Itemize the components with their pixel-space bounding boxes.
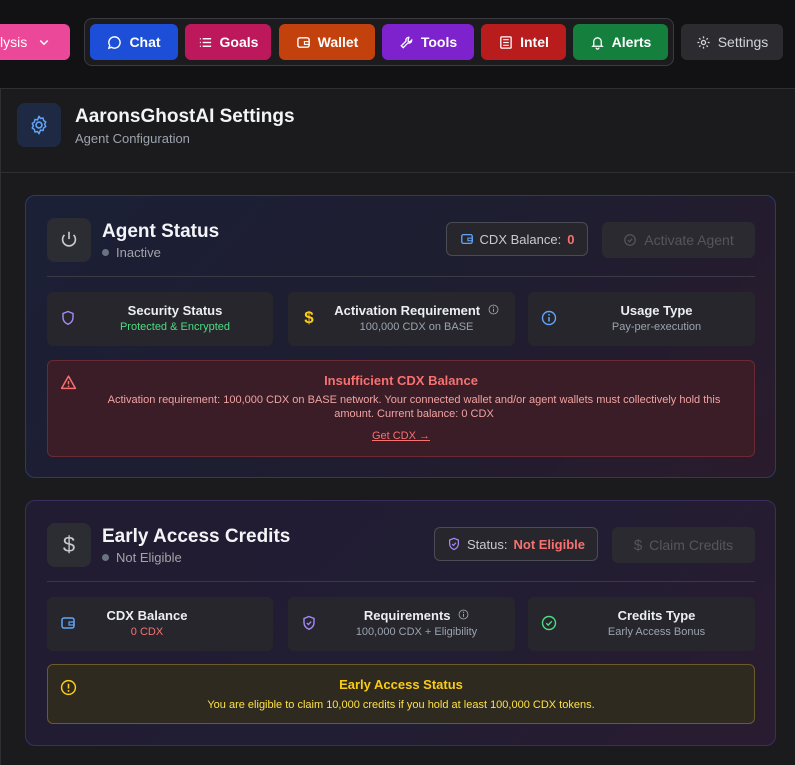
agent-status-text: Inactive [116, 245, 161, 260]
early-access-title: Early Access Credits [102, 526, 291, 547]
newspaper-icon [500, 35, 512, 49]
shield-icon [449, 537, 460, 551]
settings-gear-icon [17, 103, 61, 147]
tab-intel[interactable]: Intel [481, 24, 566, 60]
credits-type-detail: Early Access Bonus [607, 626, 706, 638]
wrench-icon [400, 36, 413, 49]
page-title: AaronsGhostAI Settings [75, 106, 295, 127]
claim-credits-button[interactable]: $ Claim Credits [612, 527, 755, 563]
claim-credits-label: Claim Credits [649, 537, 734, 553]
tab-settings-label: Settings [717, 34, 769, 50]
requirements-label: Requirements [363, 608, 451, 623]
check-circle-icon [624, 234, 637, 246]
bell-icon [590, 36, 604, 50]
tab-alerts-label: Alerts [611, 34, 652, 50]
info-icon [540, 309, 558, 327]
check-circle-icon [540, 614, 558, 632]
insufficient-balance-body: Activation requirement: 100,000 CDX on B… [107, 394, 721, 420]
activation-requirement-title: Activation Requirement [318, 303, 515, 318]
get-cdx-link[interactable]: Get CDX → [48, 430, 754, 442]
cdx-balance-tile: CDX Balance 0 CDX [47, 597, 273, 651]
chevron-down-icon [39, 39, 49, 46]
agent-status-card: Agent Status Inactive CDX Balance: 0 Act… [25, 195, 776, 478]
dollar-icon: $ [304, 308, 314, 327]
tab-goals-label: Goals [219, 34, 259, 50]
power-icon [47, 218, 91, 262]
gear-icon [697, 35, 710, 49]
analysis-dropdown-button[interactable]: lysis [0, 24, 70, 60]
dollar-icon: $ [633, 536, 643, 554]
status-dot [102, 554, 109, 561]
early-access-card: $ Early Access Credits Not Eligible Stat… [25, 500, 776, 746]
tab-goals[interactable]: Goals [185, 24, 271, 60]
divider [47, 276, 755, 277]
security-status-detail: Protected & Encrypted [119, 321, 231, 333]
agent-status-title: Agent Status [102, 221, 220, 242]
early-access-status-text: Not Eligible [116, 550, 182, 565]
tab-chat-label: Chat [129, 34, 161, 50]
dollar-icon: $ [47, 523, 91, 567]
wallet-icon [296, 36, 310, 48]
eligibility-status-value: Not Eligible [513, 536, 585, 552]
cdx-balance-title: CDX Balance [106, 608, 188, 623]
eligibility-status-badge: Status: Not Eligible [434, 527, 598, 561]
top-navigation: lysis Chat Goals Wallet Tools Intel Aler… [0, 0, 795, 88]
security-status-title: Security Status [127, 303, 223, 318]
info-icon[interactable] [488, 304, 499, 315]
requirements-tile: Requirements 100,000 CDX + Eligibility [288, 597, 515, 651]
tab-settings[interactable]: Settings [681, 24, 783, 60]
activate-agent-button[interactable]: Activate Agent [602, 222, 755, 258]
settings-header: AaronsGhostAI Settings Agent Configurati… [1, 89, 795, 173]
usage-type-title: Usage Type [620, 303, 693, 318]
tab-intel-label: Intel [520, 34, 549, 50]
chat-icon [108, 35, 122, 49]
tab-chat[interactable]: Chat [90, 24, 178, 60]
requirements-title: Requirements [318, 608, 515, 623]
cdx-balance-detail: 0 CDX [130, 626, 164, 638]
cdx-balance-value: 0 [567, 231, 575, 247]
insufficient-balance-alert: Insufficient CDX Balance Activation requ… [47, 360, 755, 457]
usage-type-tile: Usage Type Pay-per-execution [528, 292, 755, 346]
activation-requirement-tile: $ Activation Requirement 100,000 CDX on … [288, 292, 515, 346]
divider [47, 581, 755, 582]
wallet-icon [460, 233, 473, 245]
info-icon[interactable] [458, 609, 469, 620]
early-access-status-title: Early Access Status [339, 677, 463, 692]
early-access-status-body: You are eligible to claim 10,000 credits… [207, 699, 595, 711]
shield-icon [59, 309, 77, 327]
tab-wallet[interactable]: Wallet [279, 24, 375, 60]
activation-requirement-detail: 100,000 CDX on BASE [359, 321, 474, 333]
analysis-label: lysis [0, 34, 28, 50]
shield-icon [300, 614, 318, 632]
cdx-balance-badge: CDX Balance: 0 [446, 222, 588, 256]
credits-type-tile: Credits Type Early Access Bonus [528, 597, 755, 651]
status-dot [102, 249, 109, 256]
page-subtitle: Agent Configuration [75, 131, 190, 146]
cdx-balance-label: CDX Balance: [479, 231, 562, 247]
list-icon [199, 37, 211, 47]
insufficient-balance-title: Insufficient CDX Balance [324, 373, 478, 388]
tab-tools[interactable]: Tools [382, 24, 474, 60]
tab-alerts[interactable]: Alerts [573, 24, 668, 60]
activate-agent-label: Activate Agent [644, 232, 734, 248]
agent-status-indicator: Inactive [102, 245, 161, 260]
early-access-status-alert: Early Access Status You are eligible to … [47, 664, 755, 724]
activation-requirement-label: Activation Requirement [334, 303, 481, 318]
early-access-indicator: Not Eligible [102, 550, 182, 565]
credits-type-title: Credits Type [617, 608, 696, 623]
settings-panel: AaronsGhostAI Settings Agent Configurati… [0, 88, 795, 765]
tab-wallet-label: Wallet [317, 34, 359, 50]
security-status-tile: Security Status Protected & Encrypted [47, 292, 273, 346]
tab-tools-label: Tools [420, 34, 458, 50]
eligibility-status-label: Status: [467, 536, 508, 552]
requirements-detail: 100,000 CDX + Eligibility [355, 626, 478, 638]
usage-type-detail: Pay-per-execution [611, 321, 702, 333]
